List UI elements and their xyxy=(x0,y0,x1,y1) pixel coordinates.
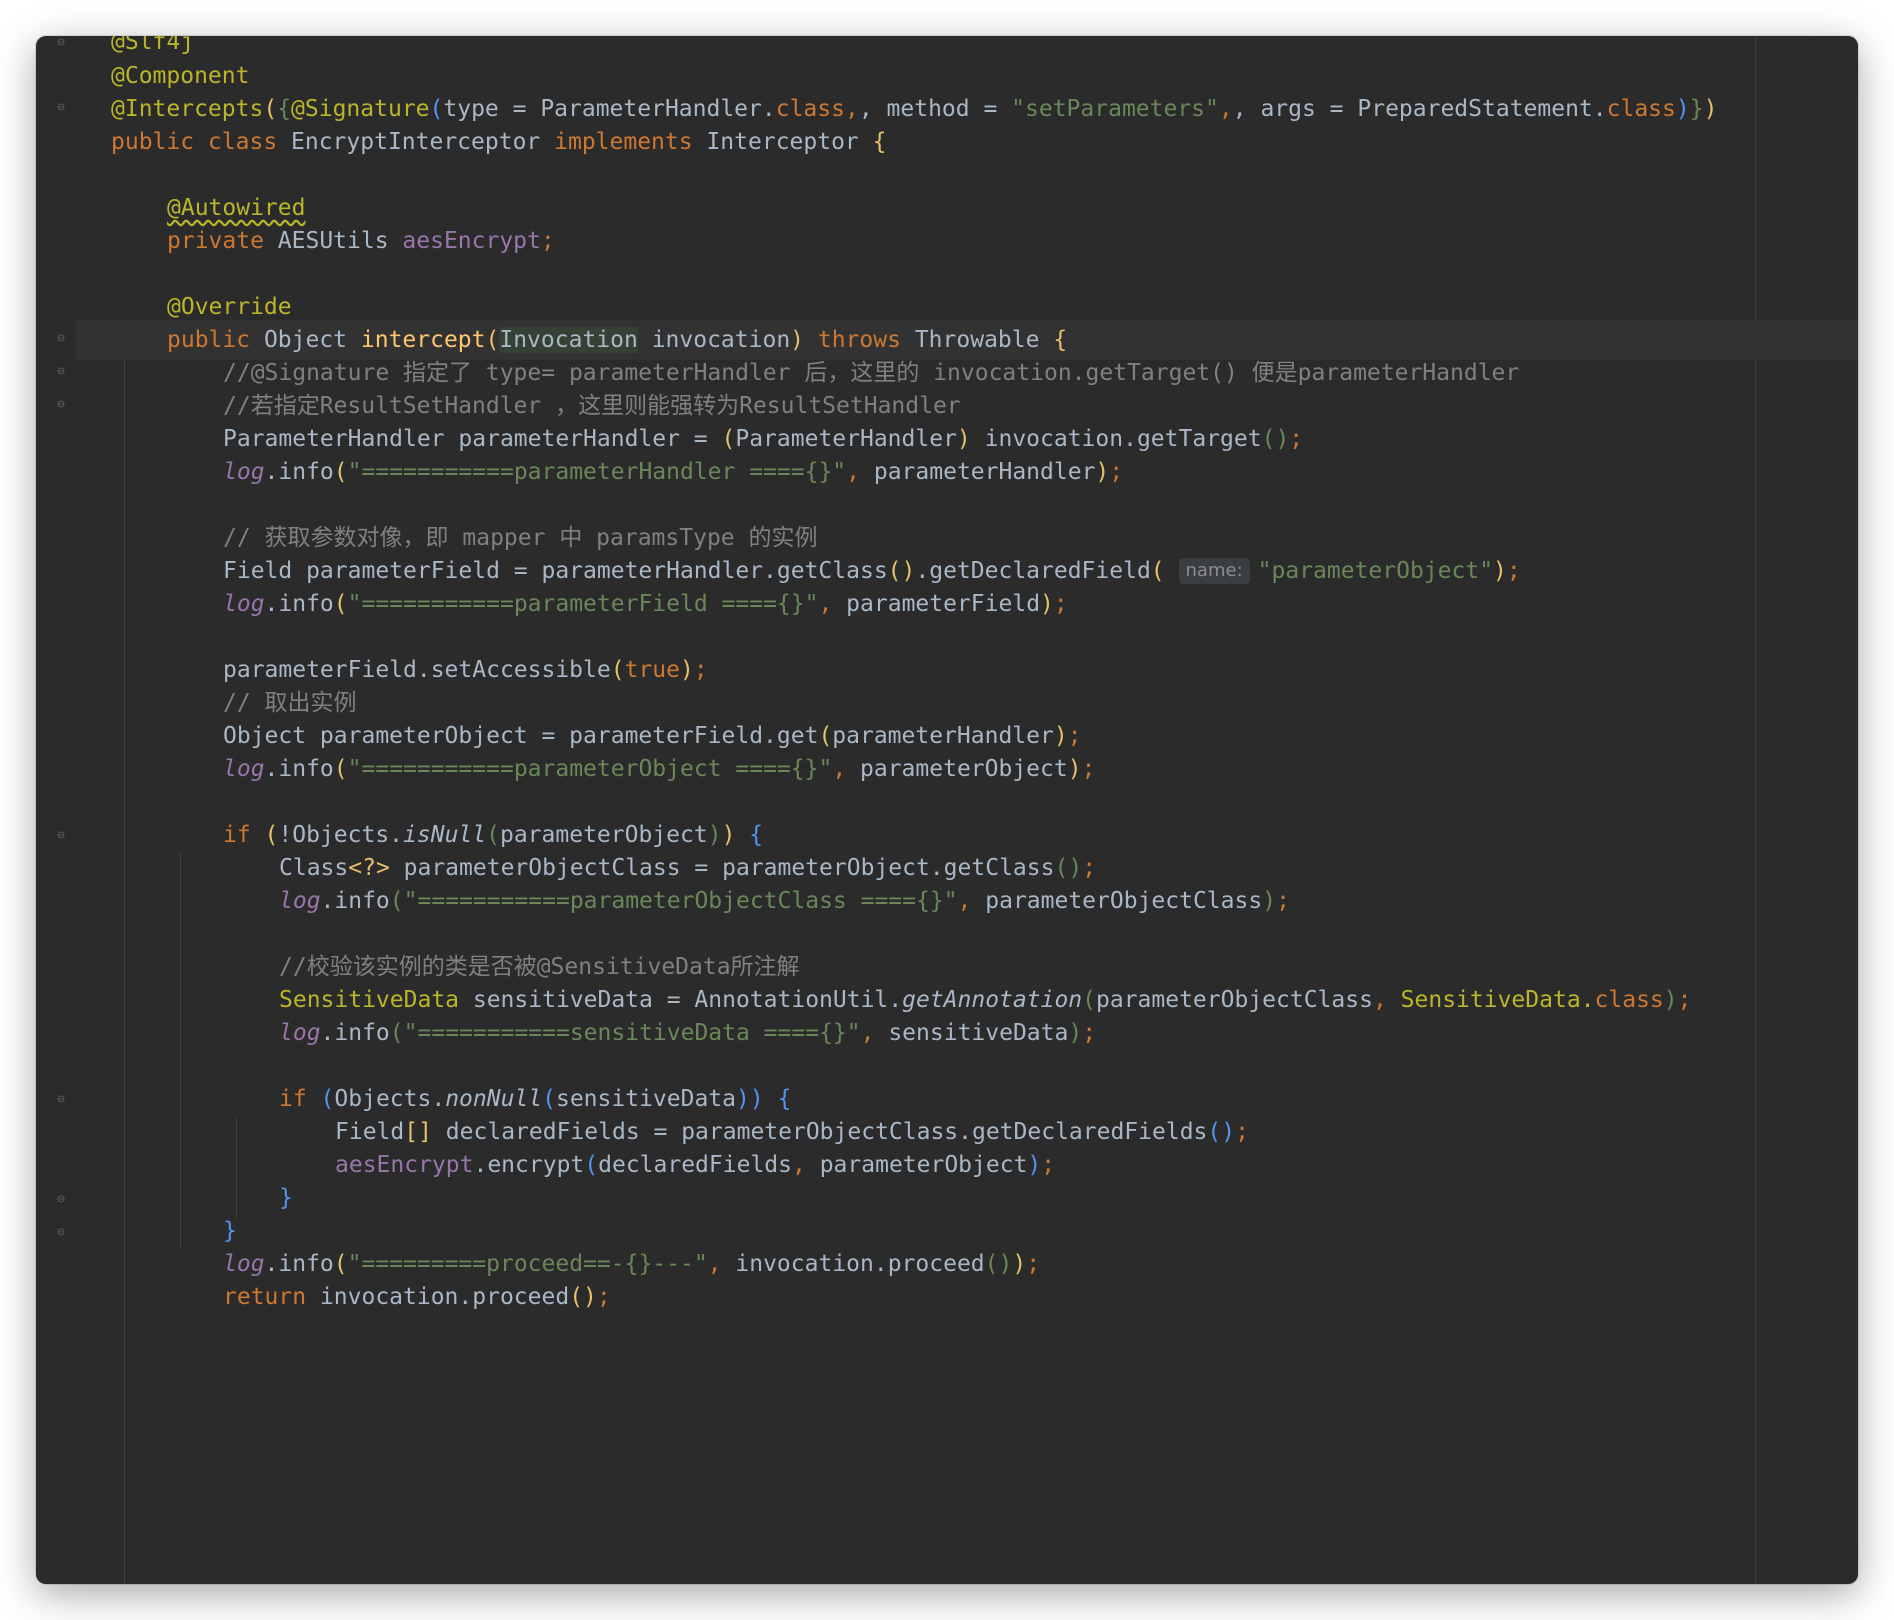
fold-marker-icon[interactable]: ⊖ xyxy=(54,332,68,346)
comment-token: //@Signature 指定了 type= parameterHandler … xyxy=(223,360,1520,386)
parameter-name-hint: name: xyxy=(1178,558,1250,584)
comment-token: //校验该实例的类是否被@SensitiveData所注解 xyxy=(279,954,800,980)
code-line: public class EncryptInterceptor implemen… xyxy=(111,129,887,155)
code-line: private AESUtils aesEncrypt; xyxy=(167,228,555,254)
code-line: log.info("===========parameterObject ===… xyxy=(223,756,1096,782)
fold-marker-icon[interactable]: ⊖ xyxy=(54,1193,68,1207)
fold-marker-icon[interactable]: ⊖ xyxy=(54,829,68,843)
fold-marker-icon[interactable]: ⊖ xyxy=(54,1093,68,1107)
fold-marker-icon[interactable]: ⊖ xyxy=(54,398,68,412)
annotation-token: @Autowired xyxy=(167,195,306,221)
comment-token: //若指定ResultSetHandler ，这里则能强转为ResultSetH… xyxy=(223,393,961,419)
code-line: return invocation.proceed(); xyxy=(223,1284,611,1310)
code-line: log.info("===========parameterObjectClas… xyxy=(279,888,1290,914)
code-line: log.info("===========parameterHandler ==… xyxy=(223,459,1124,485)
comment-token: // 获取参数对像，即 mapper 中 paramsType 的实例 xyxy=(223,525,818,551)
fold-marker-icon[interactable]: ⊖ xyxy=(54,36,68,50)
fold-marker-icon[interactable]: ⊖ xyxy=(54,101,68,115)
annotation-token: @Override xyxy=(167,294,292,320)
annotation-token: @Slf4j xyxy=(111,36,195,55)
code-line: log.info("===========parameterField ====… xyxy=(223,591,1068,617)
right-margin-guide xyxy=(1755,36,1756,1584)
editor-gutter: ⊖ ⊖ ⊖ ⊖ ⊖ ⊖ ⊖ ⊖ ⊖ xyxy=(36,36,76,1584)
annotation-token: @Component xyxy=(111,63,250,89)
comment-token: // 取出实例 xyxy=(223,690,357,716)
fold-marker-icon[interactable]: ⊖ xyxy=(54,365,68,379)
code-editor-window: ⊖ ⊖ ⊖ ⊖ ⊖ ⊖ ⊖ ⊖ ⊖ @Slf4j @Component @Int… xyxy=(36,36,1858,1584)
fold-marker-icon[interactable]: ⊖ xyxy=(54,1226,68,1240)
code-line: log.info("===========sensitiveData ===={… xyxy=(279,1020,1097,1046)
